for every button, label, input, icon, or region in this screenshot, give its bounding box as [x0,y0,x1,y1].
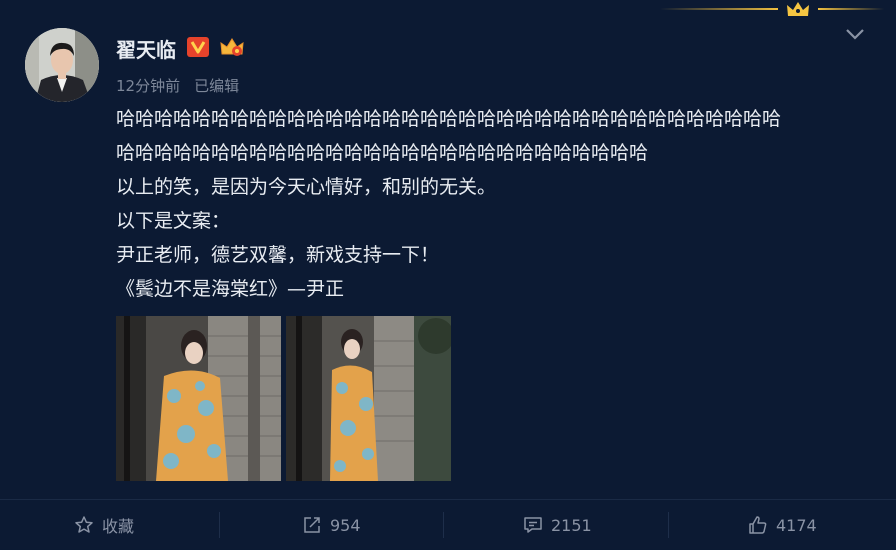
star-icon [75,516,93,533]
comment-button[interactable]: 2151 [523,500,592,550]
comment-count: 2151 [551,515,592,535]
post-photo-2[interactable] [286,316,451,481]
avatar[interactable] [25,28,99,102]
action-divider [443,512,444,538]
action-bar: 收藏 954 2151 4174 [0,499,896,550]
post-line: 哈哈哈哈哈哈哈哈哈哈哈哈哈哈哈哈哈哈哈哈哈哈哈哈哈哈哈哈哈哈哈哈哈哈哈 [116,108,782,130]
crown-icon [787,2,809,16]
post-line: 以上的笑，是因为今天心情好，和别的无关。 [116,176,497,198]
repost-count: 954 [330,515,361,535]
weibo-post-card: 翟天临 12分钟前 已编辑 哈哈哈哈哈哈哈哈哈哈哈哈哈哈哈哈哈哈哈哈哈哈哈哈哈哈哈… [0,0,896,549]
action-divider [219,512,220,538]
post-line: 以下是文案： [116,210,231,232]
post-time[interactable]: 12分钟前 [116,77,180,95]
gold-divider-left [660,8,778,10]
repost-button[interactable]: 954 [302,500,361,550]
gold-divider-right [818,8,884,10]
vip-crown-icon[interactable] [219,36,245,58]
chevron-down-icon[interactable] [843,24,867,44]
favorite-label: 收藏 [102,517,135,536]
favorite-button[interactable]: 收藏 [74,500,134,550]
avatar-image [25,28,99,102]
post-photo-1[interactable] [116,316,281,481]
post-meta: 12分钟前 已编辑 [116,75,239,96]
username[interactable]: 翟天临 [116,34,176,63]
post-text: 哈哈哈哈哈哈哈哈哈哈哈哈哈哈哈哈哈哈哈哈哈哈哈哈哈哈哈哈哈哈哈哈哈哈哈 哈哈哈哈… [116,102,876,306]
repost-icon [304,517,320,533]
post-line: 哈哈哈哈哈哈哈哈哈哈哈哈哈哈哈哈哈哈哈哈哈哈哈哈哈哈哈哈 [116,142,649,164]
like-button[interactable]: 4174 [748,500,817,550]
verified-v-icon[interactable] [187,37,209,57]
edited-label[interactable]: 已编辑 [194,77,239,95]
comment-icon [524,517,542,533]
post-line: 《鬓边不是海棠红》—尹正 [116,278,345,300]
like-icon [749,516,767,534]
like-count: 4174 [776,515,817,535]
action-divider [668,512,669,538]
post-line: 尹正老师，德艺双馨，新戏支持一下！ [116,244,440,266]
